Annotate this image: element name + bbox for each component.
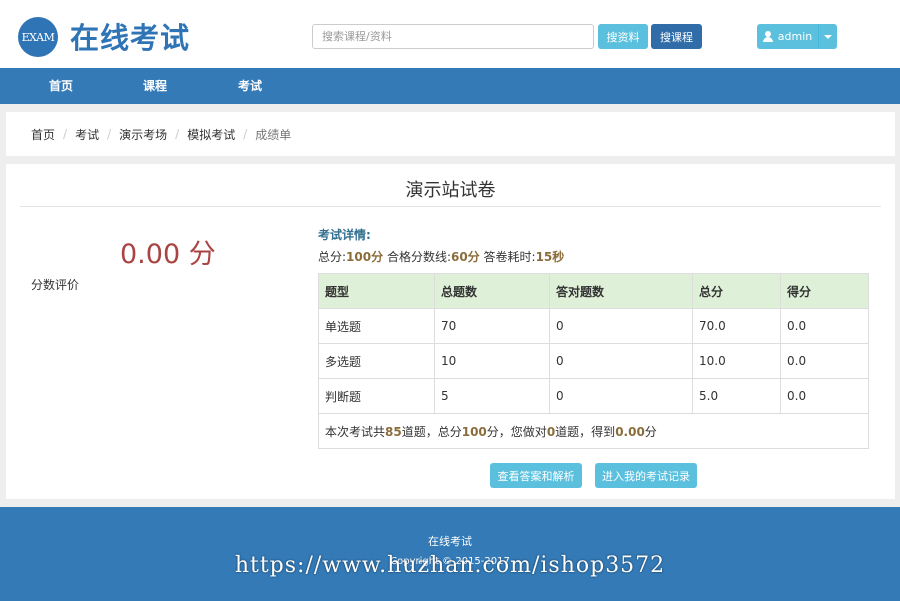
column-header: 总题数: [434, 273, 550, 309]
search-courses-button[interactable]: 搜课程: [651, 24, 702, 49]
summary-correct: 0: [546, 424, 556, 439]
table-cell: 0.0: [780, 343, 869, 379]
search-resources-button[interactable]: 搜资料: [598, 24, 648, 49]
score-value: 0.00 分: [120, 239, 216, 270]
column-header: 总分: [692, 273, 781, 309]
pass-label: 合格分数线:: [386, 250, 451, 264]
breadcrumb-exams[interactable]: 考试: [75, 126, 99, 143]
table-cell: 10: [434, 343, 550, 379]
table-cell: 0.0: [780, 308, 869, 344]
user-button-main[interactable]: admin: [757, 24, 819, 49]
table-row: 判断题 5 0 5.0 0.0: [318, 378, 869, 414]
logo-icon[interactable]: EXAM: [18, 17, 58, 57]
summary-text: 分: [644, 424, 657, 439]
table-cell: 判断题: [318, 378, 435, 414]
search-input[interactable]: [312, 24, 594, 49]
user-name: admin: [777, 30, 813, 43]
column-header: 题型: [318, 273, 435, 309]
header: EXAM 在线考试 搜资料 搜课程 admin: [0, 0, 900, 68]
view-answers-button[interactable]: 查看答案和解析: [490, 463, 582, 488]
result-panel: 演示站试卷 0.00 分 分数评价 考试详情: 总分:100分 合格分数线:60…: [6, 164, 895, 499]
time-label: 答卷耗时:: [483, 250, 536, 264]
user-icon: [762, 31, 773, 42]
main-nav: 首页 课程 考试: [0, 68, 900, 104]
divider: [20, 206, 881, 207]
pass-value: 60分: [450, 250, 480, 264]
table-cell: 0: [549, 343, 693, 379]
total-label: 总分:: [318, 250, 347, 264]
table-summary-row: 本次考试共85道题，总分100分，您做对0道题，得到0.00分: [318, 413, 869, 449]
breadcrumb: 首页 / 考试 / 演示考场 / 模拟考试 / 成绩单: [6, 112, 895, 156]
nav-item-home[interactable]: 首页: [49, 68, 73, 104]
result-table: 题型 总题数 答对题数 总分 得分 单选题 70 0 70.0 0.0 多选题 …: [318, 273, 869, 449]
table-cell: 0: [549, 378, 693, 414]
score-label: 分数评价: [31, 278, 80, 292]
breadcrumb-home[interactable]: 首页: [31, 126, 55, 143]
paper-title: 演示站试卷: [405, 180, 496, 201]
table-header-row: 题型 总题数 答对题数 总分 得分: [318, 273, 869, 309]
table-cell: 10.0: [692, 343, 781, 379]
table-cell: 5.0: [692, 378, 781, 414]
nav-item-exams[interactable]: 考试: [238, 68, 262, 104]
time-value: 15秒: [535, 250, 565, 264]
footer: 在线考试 Copyright © 2015-2017 https://www.h…: [0, 507, 900, 601]
summary-text: 道题，得到: [555, 424, 616, 439]
column-header: 答对题数: [549, 273, 693, 309]
table-cell: 70.0: [692, 308, 781, 344]
breadcrumb-separator: /: [107, 127, 112, 141]
table-cell: 70: [434, 308, 550, 344]
total-value: 100分: [346, 250, 384, 264]
detail-summary: 总分:100分 合格分数线:60分 答卷耗时:15秒: [318, 248, 564, 265]
summary-count: 85: [385, 424, 402, 439]
breadcrumb-separator: /: [243, 127, 248, 141]
summary-text: 本次考试共: [325, 424, 386, 439]
table-cell: 多选题: [318, 343, 435, 379]
summary-text: 分，您做对: [486, 424, 547, 439]
summary-got: 0.00: [615, 424, 645, 439]
summary-cell: 本次考试共85道题，总分100分，您做对0道题，得到0.00分: [318, 413, 869, 449]
table-cell: 单选题: [318, 308, 435, 344]
breadcrumb-mock-exam[interactable]: 模拟考试: [187, 126, 235, 143]
user-menu-button[interactable]: admin: [757, 24, 837, 49]
caret-down-icon: [824, 34, 832, 39]
summary-text: 道题，总分: [401, 424, 462, 439]
breadcrumb-separator: /: [175, 127, 180, 141]
column-header: 得分: [780, 273, 869, 309]
table-cell: 0: [549, 308, 693, 344]
table-row: 多选题 10 0 10.0 0.0: [318, 343, 869, 379]
table-cell: 5: [434, 378, 550, 414]
watermark: https://www.huzhan.com/ishop3572: [234, 553, 666, 578]
breadcrumb-current: 成绩单: [255, 127, 292, 142]
site-title[interactable]: 在线考试: [70, 18, 190, 58]
detail-title: 考试详情:: [318, 228, 371, 242]
my-records-button[interactable]: 进入我的考试记录: [595, 463, 697, 488]
table-cell: 0.0: [780, 378, 869, 414]
footer-site-name: 在线考试: [428, 535, 472, 548]
table-row: 单选题 70 0 70.0 0.0: [318, 308, 869, 344]
summary-total: 100: [461, 424, 487, 439]
user-dropdown-toggle[interactable]: [819, 34, 837, 39]
breadcrumb-demo-hall[interactable]: 演示考场: [119, 126, 167, 143]
breadcrumb-separator: /: [63, 127, 68, 141]
nav-item-courses[interactable]: 课程: [143, 68, 167, 104]
